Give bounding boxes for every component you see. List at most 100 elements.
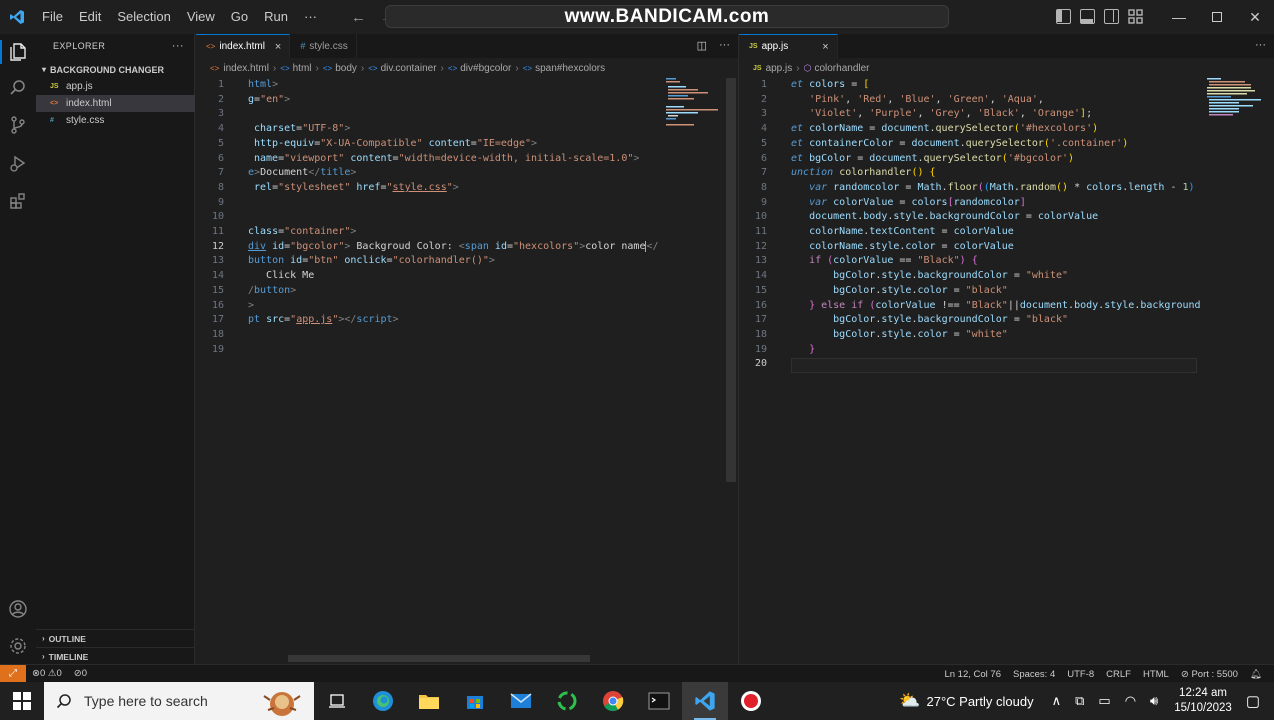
line-number: 13 [754, 255, 767, 267]
minimap-left[interactable] [664, 78, 724, 138]
system-tray: ⛅ 27°C Partly cloudy ∧ ⧉ ▭ ◠ 🔊︎ 12:24 am… [899, 682, 1274, 720]
remote-icon[interactable]: ⤢ [0, 664, 26, 683]
terminal-icon[interactable] [636, 682, 682, 720]
code-line: 'Violet', 'Purple', 'Grey', 'Black', 'Or… [809, 108, 1093, 120]
extensions-icon[interactable] [8, 191, 28, 211]
tab-index-html[interactable]: <> index.html × [196, 34, 291, 58]
notifications-icon[interactable]: ▢ [1246, 692, 1260, 710]
folder-header[interactable]: ▾ BACKGROUND CHANGER [36, 62, 195, 77]
css-file-icon: # [50, 117, 54, 124]
volume-icon[interactable]: 🔊︎ [1150, 693, 1158, 709]
menu-selection[interactable]: Selection [109, 0, 178, 34]
minimap-right[interactable] [1205, 78, 1263, 118]
breadcrumb-item[interactable]: span#hexcolors [535, 63, 605, 74]
breadcrumb-item[interactable]: html [293, 63, 312, 74]
refresh-app-icon[interactable] [544, 682, 590, 720]
menu-go[interactable]: Go [223, 0, 256, 34]
line-number: 9 [760, 196, 767, 208]
element-icon: <> [368, 63, 378, 73]
menu-view[interactable]: View [179, 0, 223, 34]
menu-more[interactable]: ··· [296, 0, 325, 34]
notifications-bell-icon[interactable]: 🔔︎ [1244, 669, 1268, 680]
cursor-position[interactable]: Ln 12, Col 76 [938, 669, 1007, 680]
toggle-sidebar-icon[interactable] [1056, 9, 1071, 24]
weather-text[interactable]: 27°C Partly cloudy [927, 694, 1034, 709]
more-actions-icon[interactable]: ··· [1255, 39, 1266, 51]
status-bar: ⤢ ⊗0 ⚠0 ⊘0 Ln 12, Col 76 Spaces: 4 UTF-8… [0, 664, 1274, 683]
close-tab-icon[interactable]: × [822, 41, 828, 53]
more-actions-icon[interactable]: ··· [719, 39, 730, 52]
explorer-more-icon[interactable]: ··· [172, 40, 184, 52]
source-control-icon[interactable] [8, 115, 28, 135]
line-number: 10 [754, 211, 767, 223]
bandicam-record-icon[interactable] [728, 682, 774, 720]
clock[interactable]: 12:24 am 15/10/2023 [1164, 686, 1242, 716]
close-tab-icon[interactable]: × [275, 41, 281, 53]
battery-icon[interactable]: ▭ [1098, 693, 1110, 709]
code-line: colorName.style.color = colorValue [809, 240, 1014, 252]
tab-app-js[interactable]: JS app.js × [739, 34, 838, 58]
breadcrumb-item[interactable]: div.container [381, 63, 437, 74]
tab-label: app.js [761, 41, 789, 52]
js-file-icon: JS [749, 43, 758, 50]
split-editor-icon[interactable]: ◫ [697, 39, 707, 52]
breadcrumb-item[interactable]: index.html [223, 63, 269, 74]
vscode-taskbar-icon[interactable] [682, 682, 728, 720]
timeline-section[interactable]: › TIMELINE [36, 647, 195, 665]
minimize-icon[interactable]: — [1160, 0, 1198, 34]
ports-indicator[interactable]: ⊘0 [68, 668, 93, 679]
scrollbar-vertical-left[interactable] [726, 78, 736, 482]
mail-icon[interactable] [498, 682, 544, 720]
wifi-icon[interactable]: ◠ [1125, 693, 1136, 709]
restore-icon[interactable] [1198, 0, 1236, 34]
search-icon[interactable] [8, 78, 28, 98]
line-number: 4 [217, 123, 224, 135]
encoding[interactable]: UTF-8 [1061, 669, 1100, 680]
breadcrumb-item[interactable]: div#bgcolor [460, 63, 511, 74]
line-number: 14 [754, 270, 767, 282]
tab-style-css[interactable]: # style.css [290, 34, 357, 58]
customize-layout-icon[interactable] [1128, 9, 1143, 24]
breadcrumb-item[interactable]: app.js [766, 63, 793, 74]
weather-icon[interactable]: ⛅ [899, 691, 920, 711]
language-mode[interactable]: HTML [1137, 669, 1175, 680]
menu-run[interactable]: Run [256, 0, 296, 34]
run-debug-icon[interactable] [8, 153, 28, 173]
code-line: class="container"> [248, 226, 357, 237]
line-number: 6 [217, 152, 224, 164]
end-of-line[interactable]: CRLF [1100, 669, 1137, 680]
file-item-index-html[interactable]: <> index.html [36, 95, 195, 112]
line-number: 2 [760, 93, 767, 105]
live-server-port[interactable]: ⊘ Port : 5500 [1175, 669, 1244, 680]
windows-start-icon[interactable] [0, 682, 44, 720]
toggle-secondary-sidebar-icon[interactable] [1104, 9, 1119, 24]
edge-browser-icon[interactable] [360, 682, 406, 720]
meet-now-icon[interactable]: ⧉ [1075, 693, 1084, 709]
code-line: if (colorValue == "Black") { [809, 255, 978, 267]
breadcrumb-item[interactable]: body [335, 63, 357, 74]
settings-gear-icon[interactable] [8, 636, 28, 656]
file-item-app-js[interactable]: JS app.js [36, 78, 195, 95]
toggle-panel-icon[interactable] [1080, 9, 1095, 24]
taskbar-search-box[interactable]: Type here to search [44, 682, 314, 720]
problems-indicator[interactable]: ⊗0 ⚠0 [26, 668, 68, 679]
task-view-icon[interactable] [314, 682, 360, 720]
microsoft-store-icon[interactable] [452, 682, 498, 720]
close-icon[interactable]: ✕ [1236, 0, 1274, 34]
explorer-files-icon[interactable] [8, 42, 28, 62]
code-line: g="en"> [248, 93, 291, 105]
menu-file[interactable]: File [34, 0, 71, 34]
chrome-icon[interactable] [590, 682, 636, 720]
chevron-right-icon: › [42, 634, 45, 643]
back-arrow-icon[interactable]: ← [351, 9, 366, 26]
indentation[interactable]: Spaces: 4 [1007, 669, 1061, 680]
outline-section[interactable]: › OUTLINE [36, 629, 195, 647]
command-center[interactable]: www.BANDICAM.com [385, 5, 949, 28]
file-explorer-icon[interactable] [406, 682, 452, 720]
chevron-up-icon[interactable]: ∧ [1052, 693, 1062, 709]
menu-edit[interactable]: Edit [71, 0, 109, 34]
account-icon[interactable] [8, 599, 28, 619]
file-item-style-css[interactable]: # style.css [36, 112, 195, 129]
breadcrumb-item[interactable]: colorhandler [814, 63, 869, 74]
scrollbar-horizontal-left[interactable] [288, 655, 590, 662]
